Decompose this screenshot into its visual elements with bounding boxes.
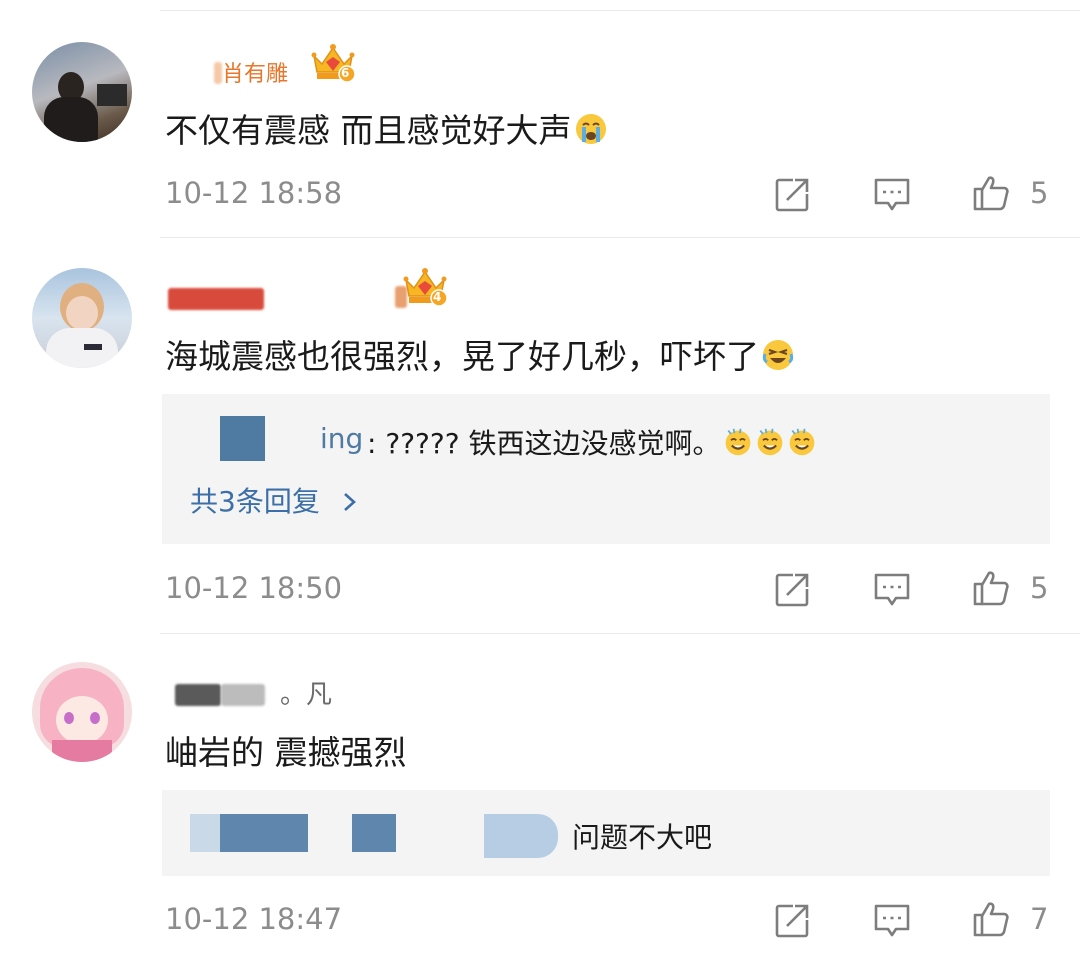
crying-face-icon bbox=[574, 112, 608, 146]
avatar[interactable] bbox=[32, 42, 132, 142]
thumbs-up-icon[interactable] bbox=[972, 174, 1010, 212]
share-icon[interactable] bbox=[773, 176, 811, 214]
comment-item: 4 海城震感也很强烈，晃了好几秒，吓坏了 ing : ????? 铁西这边没感觉… bbox=[0, 238, 1080, 633]
comment-text: 不仅有震感 而且感觉好大声 bbox=[165, 104, 608, 152]
chevron-right-icon bbox=[343, 493, 356, 511]
thumbs-up-icon[interactable] bbox=[972, 900, 1010, 938]
like-count: 5 bbox=[1030, 176, 1049, 210]
comment-icon[interactable] bbox=[873, 902, 911, 940]
share-icon[interactable] bbox=[773, 902, 811, 940]
avatar[interactable] bbox=[32, 268, 132, 368]
comment-text: 岫岩的 震撼强烈 bbox=[165, 733, 407, 772]
comment-icon[interactable] bbox=[873, 176, 911, 214]
thumbs-up-icon[interactable] bbox=[972, 569, 1010, 607]
sweat-smile-face-icon bbox=[787, 427, 817, 457]
crown-level: 6 bbox=[341, 66, 350, 80]
reply-author-masked bbox=[220, 416, 265, 461]
comment-item: 。凡 岫岩的 震撼强烈 问题不大吧 10-12 18:47 7 bbox=[0, 634, 1080, 964]
username-masked[interactable] bbox=[175, 684, 221, 706]
username[interactable]: 。凡 bbox=[280, 674, 332, 711]
reply-author-masked bbox=[220, 814, 308, 852]
username[interactable]: 肖有雕 bbox=[222, 56, 288, 88]
laughing-crying-face-icon bbox=[761, 338, 795, 372]
reply-author-masked bbox=[484, 814, 558, 858]
reply-author-masked bbox=[190, 814, 220, 852]
reply-author[interactable]: ing bbox=[320, 422, 363, 455]
reply-text: 问题不大吧 bbox=[572, 821, 713, 854]
share-icon[interactable] bbox=[773, 571, 811, 609]
avatar[interactable] bbox=[32, 662, 132, 762]
comment-icon[interactable] bbox=[873, 571, 911, 609]
username-masked[interactable] bbox=[214, 62, 222, 84]
reply-text: : ????? 铁西这边没感觉啊。 bbox=[367, 422, 817, 462]
comment-item: 肖有雕 6 不仅有震感 而且感觉好大声 10-12 18:58 5 bbox=[0, 0, 1080, 237]
like-count: 5 bbox=[1030, 571, 1049, 605]
username-masked bbox=[221, 684, 265, 706]
username-masked[interactable] bbox=[168, 288, 264, 310]
crown-level: 4 bbox=[433, 290, 442, 304]
reply-author-masked bbox=[352, 814, 396, 852]
reply-preview-box[interactable]: ing : ????? 铁西这边没感觉啊。 共3条回复 bbox=[162, 394, 1050, 544]
comment-text: 海城震感也很强烈，晃了好几秒，吓坏了 bbox=[165, 330, 795, 378]
view-replies-link[interactable]: 共3条回复 bbox=[190, 480, 359, 520]
sweat-smile-face-icon bbox=[723, 427, 753, 457]
comment-time: 10-12 18:58 bbox=[165, 176, 343, 210]
sweat-smile-face-icon bbox=[755, 427, 785, 457]
comment-time: 10-12 18:47 bbox=[165, 902, 343, 936]
like-count: 7 bbox=[1030, 902, 1049, 936]
reply-preview-box[interactable]: 问题不大吧 bbox=[162, 790, 1050, 876]
comment-time: 10-12 18:50 bbox=[165, 571, 343, 605]
